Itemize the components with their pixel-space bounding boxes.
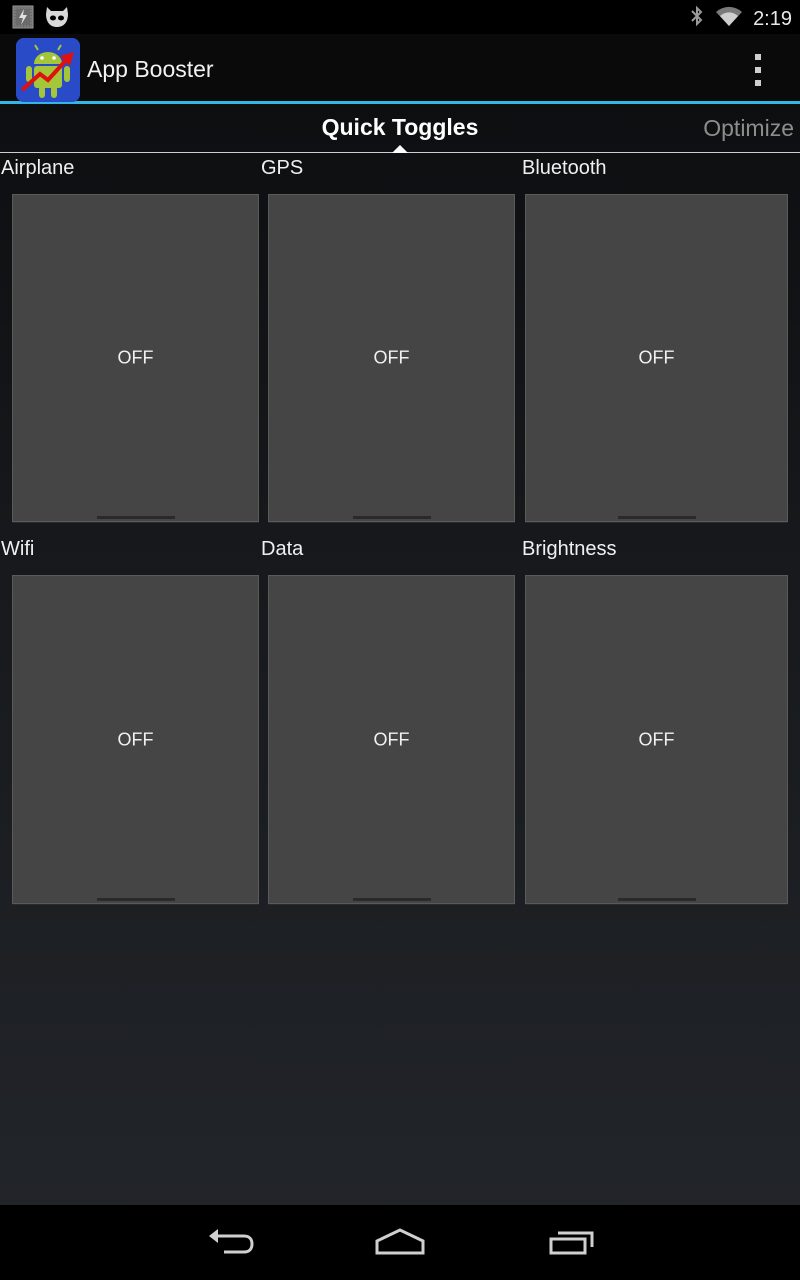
- toggle-label-bluetooth: Bluetooth: [522, 157, 607, 179]
- app-title: App Booster: [87, 56, 214, 82]
- navigation-bar: [0, 1205, 800, 1280]
- toggle-state: OFF: [117, 729, 154, 749]
- toggle-label-wifi: Wifi: [1, 538, 35, 560]
- toggle-gps[interactable]: OFF: [268, 194, 515, 522]
- toggle-airplane[interactable]: OFF: [12, 194, 259, 522]
- toggle-indicator: [352, 898, 431, 901]
- back-icon[interactable]: [206, 1225, 254, 1264]
- home-icon[interactable]: [374, 1225, 426, 1264]
- wifi-icon: [715, 5, 743, 32]
- toggle-state: OFF: [373, 347, 410, 368]
- toggle-brightness[interactable]: OFF: [525, 575, 788, 904]
- tab-indicator-caret: [392, 145, 408, 153]
- cyanogen-icon: [44, 6, 70, 33]
- tab-optimize[interactable]: Optimize: [703, 115, 794, 142]
- toggle-label-data: Data: [261, 538, 304, 560]
- toggle-state: OFF: [638, 729, 675, 749]
- toggle-state: OFF: [638, 347, 675, 368]
- toggle-label-airplane: Airplane: [1, 157, 75, 179]
- toggle-label-brightness: Brightness: [522, 538, 617, 560]
- toggle-bluetooth[interactable]: OFF: [525, 194, 788, 522]
- toggle-indicator: [617, 516, 696, 519]
- toggle-indicator: [617, 898, 696, 901]
- android-booster-icon[interactable]: [16, 38, 80, 102]
- recents-icon[interactable]: [548, 1225, 596, 1264]
- toggle-data[interactable]: OFF: [268, 575, 515, 904]
- toggle-label-gps: GPS: [261, 157, 304, 179]
- toggle-wifi[interactable]: OFF: [12, 575, 259, 904]
- overflow-menu-icon[interactable]: [746, 54, 770, 86]
- tab-strip: Quick Toggles Optimize: [0, 107, 800, 153]
- battery-charging-icon: [12, 5, 34, 34]
- toggle-state: OFF: [373, 729, 410, 749]
- toggle-indicator: [96, 898, 175, 901]
- toggle-indicator: [352, 516, 431, 519]
- tab-quick-toggles[interactable]: Quick Toggles: [0, 114, 800, 141]
- status-bar: 2:19: [0, 0, 800, 34]
- bluetooth-icon: [689, 4, 705, 33]
- toggle-indicator: [96, 516, 175, 519]
- status-time: 2:19: [753, 7, 792, 30]
- action-bar: App Booster: [0, 34, 800, 104]
- toggle-state: OFF: [117, 347, 154, 368]
